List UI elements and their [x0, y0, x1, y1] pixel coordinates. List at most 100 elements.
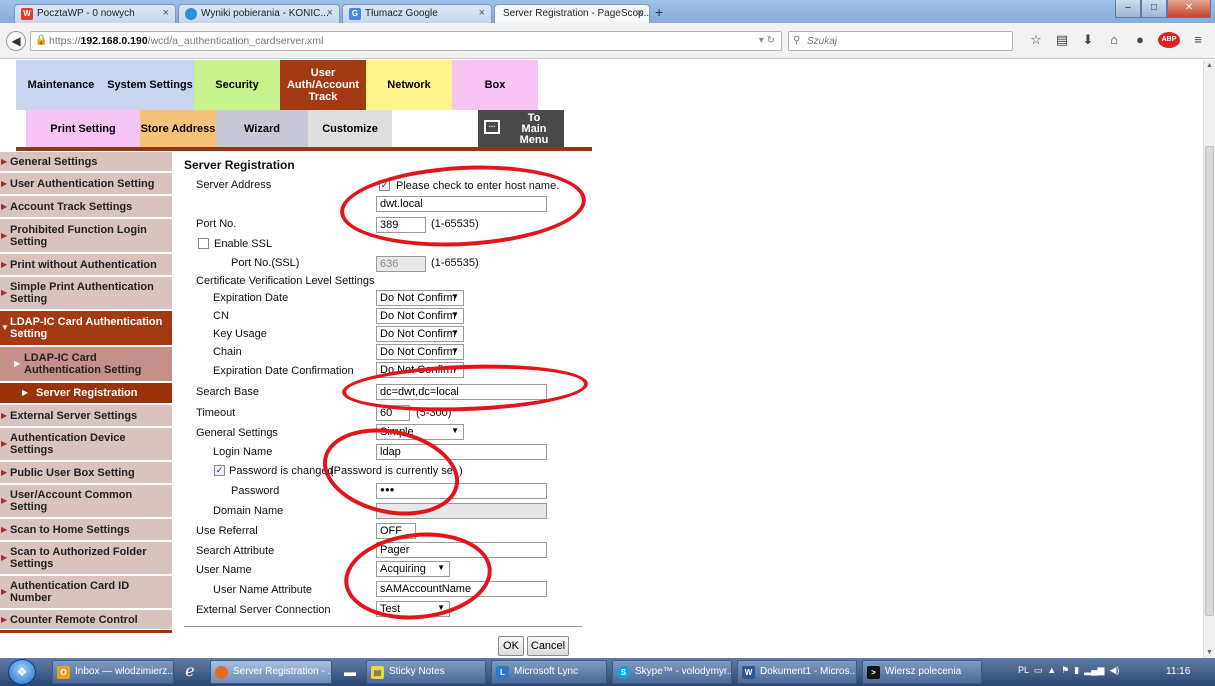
chain-select[interactable]: Do Not Confirm ▼ — [376, 344, 464, 360]
address-bar[interactable]: 🔒 https://192.168.0.190/wcd/a_authentica… — [30, 31, 782, 51]
sticky-notes-icon: ▤ — [371, 666, 384, 679]
flag-icon[interactable]: ⚑ — [1061, 665, 1072, 675]
download-icon[interactable]: ⬇ — [1080, 32, 1096, 48]
sidebar-item-prohibited-function[interactable]: ▶ Prohibited Function Login Setting — [0, 219, 172, 253]
enable-ssl-checkbox[interactable] — [198, 238, 209, 249]
menu-network[interactable]: Network — [366, 60, 452, 110]
sidebar-item-account-track[interactable]: ▶ Account Track Settings — [0, 196, 172, 218]
new-tab-button[interactable]: + — [655, 4, 663, 20]
taskbar-item-server-registration[interactable]: Server Registration - ... — [210, 660, 332, 684]
close-window-icon[interactable]: ✕ — [1167, 0, 1211, 18]
exp-date-confirm-select[interactable]: Do Not Confirm ▼ — [376, 362, 464, 378]
tab-translate[interactable]: G Tłumacz Google × — [342, 4, 492, 23]
search-base-field[interactable]: dc=dwt,dc=local — [376, 384, 547, 400]
domain-name-field[interactable] — [376, 503, 547, 519]
tab-search-results[interactable]: Wyniki pobierania - KONIC... × — [178, 4, 340, 23]
menu-user-auth[interactable]: User Auth/Account Track — [280, 60, 366, 110]
keyboard-icon[interactable]: ▭ — [1031, 665, 1045, 675]
tray-expand-icon[interactable]: ▲ — [1047, 665, 1058, 675]
menu-security[interactable]: Security — [194, 60, 280, 110]
arrow-right-icon: ▶ — [1, 439, 8, 448]
internet-explorer-icon[interactable]: ℯ — [180, 662, 200, 682]
expiration-date-select[interactable]: Do Not Confirm ▼ — [376, 290, 464, 306]
use-referral-select[interactable]: OFF — [376, 523, 416, 539]
sidebar-item-counter-remote[interactable]: ▶ Counter Remote Control — [0, 610, 172, 630]
taskbar-item-lync[interactable]: L Microsoft Lync — [491, 660, 607, 684]
taskbar-item-inbox[interactable]: O Inbox — wlodzimierz... — [52, 660, 174, 684]
sidebar-item-external-server[interactable]: ▶ External Server Settings — [0, 405, 172, 427]
signal-icon[interactable]: ▂▄▆ — [1084, 665, 1107, 675]
menu-box[interactable]: Box — [452, 60, 538, 110]
windows-start-icon[interactable]: ❖ — [8, 659, 36, 685]
port-field[interactable]: 389 — [376, 217, 426, 233]
user-name-select[interactable]: Acquiring ▼ — [376, 561, 450, 577]
general-settings-select[interactable]: Simple ▼ — [376, 424, 464, 440]
sidebar-item-simple-print-auth[interactable]: ▶ Simple Print Authentication Setting — [0, 277, 172, 310]
key-usage-select[interactable]: Do Not Confirm ▼ — [376, 326, 464, 342]
menu-system-settings[interactable]: System Settings — [106, 60, 194, 110]
tab-poczta[interactable]: W PocztaWP - 0 nowych × — [14, 4, 176, 23]
cancel-button[interactable]: Cancel — [527, 636, 569, 656]
menu-wizard[interactable]: Wizard — [216, 110, 308, 148]
language-indicator[interactable]: PL — [1018, 665, 1029, 675]
ext-server-conn-select[interactable]: Test ▼ — [376, 601, 450, 617]
bookmark-star-icon[interactable]: ☆ — [1028, 32, 1044, 48]
taskbar-item-word[interactable]: W Dokument1 - Micros... — [737, 660, 857, 684]
search-box[interactable]: ⚲ — [788, 31, 1013, 51]
sidebar-item-scan-to-folder[interactable]: ▶ Scan to Authorized Folder Settings — [0, 542, 172, 575]
menu-print-setting[interactable]: Print Setting — [26, 110, 140, 148]
taskbar-item-skype[interactable]: S Skype™ - volodymyr... — [612, 660, 732, 684]
sidebar-item-scan-to-home[interactable]: ▶ Scan to Home Settings — [0, 519, 172, 541]
server-address-field[interactable]: dwt.local — [376, 196, 547, 212]
sidebar-item-auth-device[interactable]: ▶ Authentication Device Settings — [0, 428, 172, 461]
close-icon[interactable]: × — [163, 7, 169, 19]
back-icon[interactable]: ◀ — [6, 31, 26, 51]
search-attribute-field[interactable]: Pager — [376, 542, 547, 558]
reload-icon[interactable]: ▾ ↻ — [759, 35, 775, 46]
page-scrollbar[interactable]: ▲ ▼ — [1203, 60, 1215, 658]
sidebar-item-public-user-box[interactable]: ▶ Public User Box Setting — [0, 462, 172, 484]
menu-maintenance[interactable]: Maintenance — [16, 60, 106, 110]
close-icon[interactable]: × — [479, 7, 485, 19]
login-name-field[interactable]: ldap — [376, 444, 547, 460]
clock[interactable]: 11:16 — [1166, 666, 1190, 677]
search-input[interactable] — [807, 34, 1007, 48]
sidebar-subitem-server-registration[interactable]: ▶ Server Registration — [0, 383, 172, 404]
minimize-icon[interactable]: – — [1115, 0, 1141, 18]
maximize-icon[interactable]: □ — [1141, 0, 1167, 18]
user-name-attr-field[interactable]: sAMAccountName — [376, 581, 547, 597]
sidebar-item-general-settings[interactable]: ▶ General Settings — [0, 152, 172, 172]
menu-icon[interactable]: ≡ — [1190, 32, 1206, 48]
port-ssl-field[interactable]: 636 — [376, 256, 426, 272]
home-icon[interactable]: ⌂ — [1106, 32, 1122, 48]
explorer-folder-icon[interactable]: ▬ — [340, 662, 360, 682]
tab-server-registration[interactable]: Server Registration - PageScop... × — [494, 4, 650, 23]
menu-store-address[interactable]: Store Address — [140, 110, 216, 148]
battery-icon[interactable]: ▮ — [1074, 665, 1081, 675]
sidebar-item-auth-card-id[interactable]: ▶ Authentication Card ID Number — [0, 576, 172, 609]
scroll-up-icon[interactable]: ▲ — [1206, 62, 1213, 69]
menu-customize[interactable]: Customize — [308, 110, 392, 148]
chat-icon[interactable]: ● — [1132, 32, 1148, 48]
sidebar-item-user-authentication[interactable]: ▶ User Authentication Setting — [0, 173, 172, 195]
host-name-checkbox[interactable]: ✓ — [379, 180, 390, 191]
taskbar-item-cmd[interactable]: > Wiersz polecenia — [862, 660, 982, 684]
sidebar-item-user-account-common[interactable]: ▶ User/Account Common Setting — [0, 485, 172, 518]
to-main-menu-button[interactable]: … To Main Menu — [478, 110, 564, 148]
timeout-field[interactable]: 60 — [376, 405, 410, 421]
sidebar-subitem-ldap-ic-card[interactable]: ▶ LDAP-IC Card Authentication Setting — [0, 347, 172, 382]
bookmarks-icon[interactable]: ▤ — [1054, 32, 1070, 48]
adblock-icon[interactable]: ABP — [1158, 32, 1180, 48]
ok-button[interactable]: OK — [498, 636, 524, 656]
taskbar-item-sticky-notes[interactable]: ▤ Sticky Notes — [366, 660, 486, 684]
sidebar-item-print-without-auth[interactable]: ▶ Print without Authentication — [0, 254, 172, 276]
volume-icon[interactable]: ◀) — [1109, 665, 1119, 675]
close-icon[interactable]: × — [637, 7, 643, 19]
cn-select[interactable]: Do Not Confirm ▼ — [376, 308, 464, 324]
scroll-down-icon[interactable]: ▼ — [1206, 649, 1213, 656]
close-icon[interactable]: × — [327, 7, 333, 19]
scroll-thumb[interactable] — [1205, 146, 1214, 616]
sidebar-item-ldap-ic-card[interactable]: ▼ LDAP-IC Card Authentication Setting — [0, 311, 172, 346]
password-changed-checkbox[interactable]: ✓ — [214, 465, 225, 476]
password-field[interactable]: ●●● — [376, 483, 547, 499]
